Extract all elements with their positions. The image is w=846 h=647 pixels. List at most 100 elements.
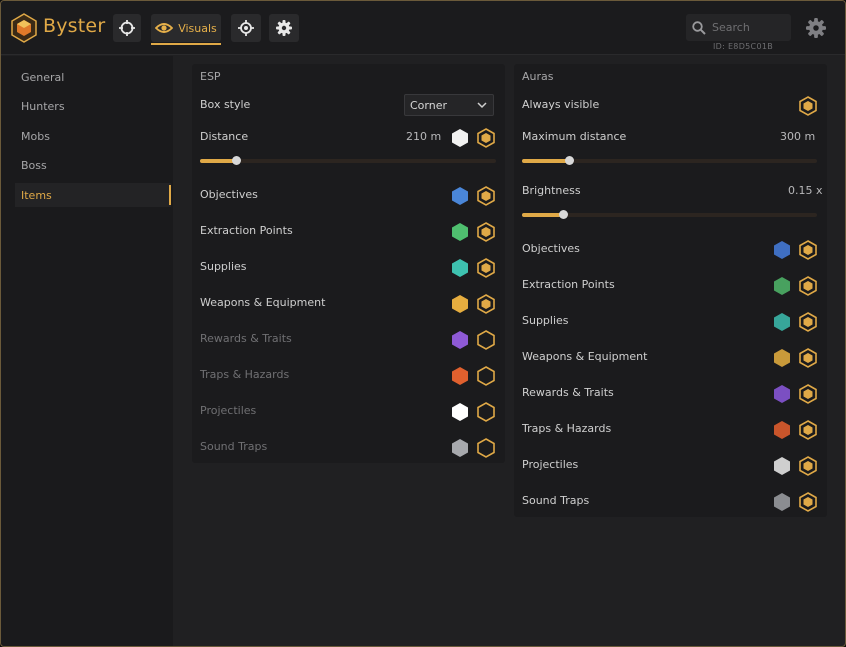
item-row-sound-traps: Sound Traps [514,488,827,514]
toggle-hexagon-icon[interactable] [799,420,817,440]
sidebar-item-boss[interactable]: Boss [15,153,171,177]
max-distance-slider[interactable] [522,156,817,165]
color-swatch-hexagon-icon[interactable] [451,258,469,278]
color-swatch-hexagon-icon[interactable] [451,186,469,206]
sidebar-item-mobs[interactable]: Mobs [15,124,171,148]
distance-value: 210 m [406,130,442,143]
item-label: Rewards & Traits [200,332,292,345]
item-row-objectives: Objectives [192,182,505,208]
brightness-slider-fill [522,213,564,217]
brightness-slider-handle[interactable] [559,210,569,219]
item-label: Sound Traps [200,440,268,453]
toggle-hexagon-icon[interactable] [799,456,817,476]
toggle-hexagon-icon[interactable] [477,330,495,350]
color-swatch-hexagon-icon[interactable] [773,312,791,332]
toggle-hexagon-icon[interactable] [799,276,817,296]
item-row-supplies: Supplies [514,308,827,334]
color-swatch-hexagon-icon[interactable] [773,456,791,476]
distance-color-hexagon-icon[interactable] [451,128,469,148]
color-swatch-hexagon-icon[interactable] [773,384,791,404]
sidebar-item-label: Boss [21,158,47,172]
item-label: Projectiles [522,458,579,471]
visuals-tab-label: Visuals [178,21,217,35]
item-row-rewards-and-traits: Rewards & Traits [514,380,827,406]
sidebar-item-hunters[interactable]: Hunters [15,94,171,118]
top-settings-gear-icon[interactable] [806,18,826,38]
max-distance-row: Maximum distance 300 m [514,124,827,150]
toggle-hexagon-icon[interactable] [799,240,817,260]
always-visible-row: Always visible [514,92,827,118]
target-icon [238,20,254,36]
box-style-select[interactable]: Corner [404,94,494,116]
item-label: Extraction Points [522,278,615,291]
item-label: Supplies [522,314,569,327]
color-swatch-hexagon-icon[interactable] [773,420,791,440]
color-swatch-hexagon-icon[interactable] [451,438,469,458]
auras-title: Auras [522,70,554,83]
sidebar-item-label: Mobs [21,129,50,143]
always-visible-toggle-hexagon-icon[interactable] [799,96,817,116]
sidebar-item-general[interactable]: General [15,65,171,89]
toggle-hexagon-icon[interactable] [799,312,817,332]
item-label: Weapons & Equipment [200,296,326,309]
auras-panel: Auras Always visible Maximum distance 30… [514,64,827,517]
color-swatch-hexagon-icon[interactable] [773,492,791,512]
byster-logo-icon [11,13,37,43]
distance-slider-handle[interactable] [231,156,241,165]
item-label: Objectives [200,188,258,201]
toggle-hexagon-icon[interactable] [477,186,495,206]
max-distance-slider-handle[interactable] [565,156,575,165]
item-row-supplies: Supplies [192,254,505,280]
item-row-rewards-and-traits: Rewards & Traits [192,326,505,352]
color-swatch-hexagon-icon[interactable] [773,276,791,296]
aim-button[interactable] [113,14,141,42]
settings-tab[interactable] [269,14,299,42]
item-row-extraction-points: Extraction Points [192,218,505,244]
brightness-label: Brightness [522,184,581,197]
item-row-sound-traps: Sound Traps [192,434,505,460]
toggle-hexagon-icon[interactable] [799,348,817,368]
toggle-hexagon-icon[interactable] [799,492,817,512]
item-row-objectives: Objectives [514,236,827,262]
chevron-down-icon [477,102,487,109]
toggle-hexagon-icon[interactable] [477,402,495,422]
radar-button[interactable] [231,14,261,42]
toggle-hexagon-icon[interactable] [477,438,495,458]
color-swatch-hexagon-icon[interactable] [773,348,791,368]
item-label: Weapons & Equipment [522,350,648,363]
distance-slider[interactable] [200,156,496,165]
crosshair-icon [119,20,135,36]
item-row-extraction-points: Extraction Points [514,272,827,298]
color-swatch-hexagon-icon[interactable] [773,240,791,260]
toggle-hexagon-icon[interactable] [477,222,495,242]
item-label: Objectives [522,242,580,255]
search-icon [692,20,706,35]
max-distance-label: Maximum distance [522,130,627,143]
item-label: Traps & Hazards [522,422,612,435]
color-swatch-hexagon-icon[interactable] [451,366,469,386]
box-style-value: Corner [410,98,448,112]
color-swatch-hexagon-icon[interactable] [451,222,469,242]
item-row-weapons-and-equipment: Weapons & Equipment [192,290,505,316]
brightness-value: 0.15 x [788,184,823,197]
distance-row: Distance 210 m [192,124,505,150]
item-label: Sound Traps [522,494,590,507]
brightness-slider[interactable] [522,210,817,219]
search-input[interactable]: Search [686,14,791,41]
item-label: Traps & Hazards [200,368,290,381]
item-row-projectiles: Projectiles [192,398,505,424]
esp-title: ESP [200,70,221,83]
toggle-hexagon-icon[interactable] [799,384,817,404]
color-swatch-hexagon-icon[interactable] [451,294,469,314]
session-id: ID: E8D5C01B [713,42,774,51]
always-visible-label: Always visible [522,98,600,111]
app-brand: Byster [43,15,106,37]
color-swatch-hexagon-icon[interactable] [451,330,469,350]
visuals-tab[interactable]: Visuals [151,14,221,45]
color-swatch-hexagon-icon[interactable] [451,402,469,422]
toggle-hexagon-icon[interactable] [477,366,495,386]
toggle-hexagon-icon[interactable] [477,258,495,278]
toggle-hexagon-icon[interactable] [477,294,495,314]
sidebar-item-items[interactable]: Items [15,183,171,207]
distance-toggle-hexagon-icon[interactable] [477,128,495,148]
